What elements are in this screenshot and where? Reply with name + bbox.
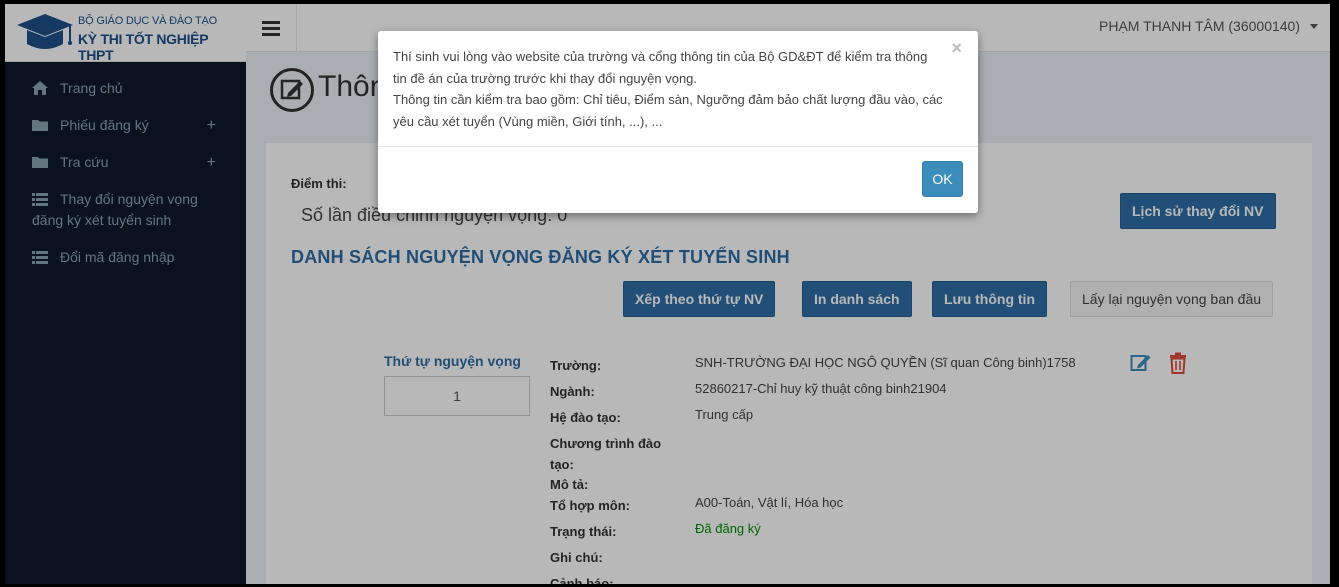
modal-divider (378, 146, 978, 147)
modal-message: Thí sinh vui lòng vào website của trường… (393, 46, 953, 132)
modal-line: Thông tin cần kiểm tra bao gồm: Chỉ tiêu… (393, 92, 943, 107)
modal-line: Thí sinh vui lòng vào website của trường… (393, 49, 928, 64)
close-icon[interactable]: × (951, 38, 962, 59)
modal-line: tin đề án của trường trước khi thay đổi … (393, 70, 698, 86)
app-frame: BỘ GIÁO DỤC VÀ ĐÀO TẠO KỲ THI TỐT NGHIỆP… (5, 4, 1330, 584)
ok-button[interactable]: OK (922, 161, 963, 197)
modal-line: yêu cầu xét tuyển (Vùng miền, Giới tính,… (393, 113, 663, 129)
notice-modal: × Thí sinh vui lòng vào website của trườ… (378, 31, 978, 213)
